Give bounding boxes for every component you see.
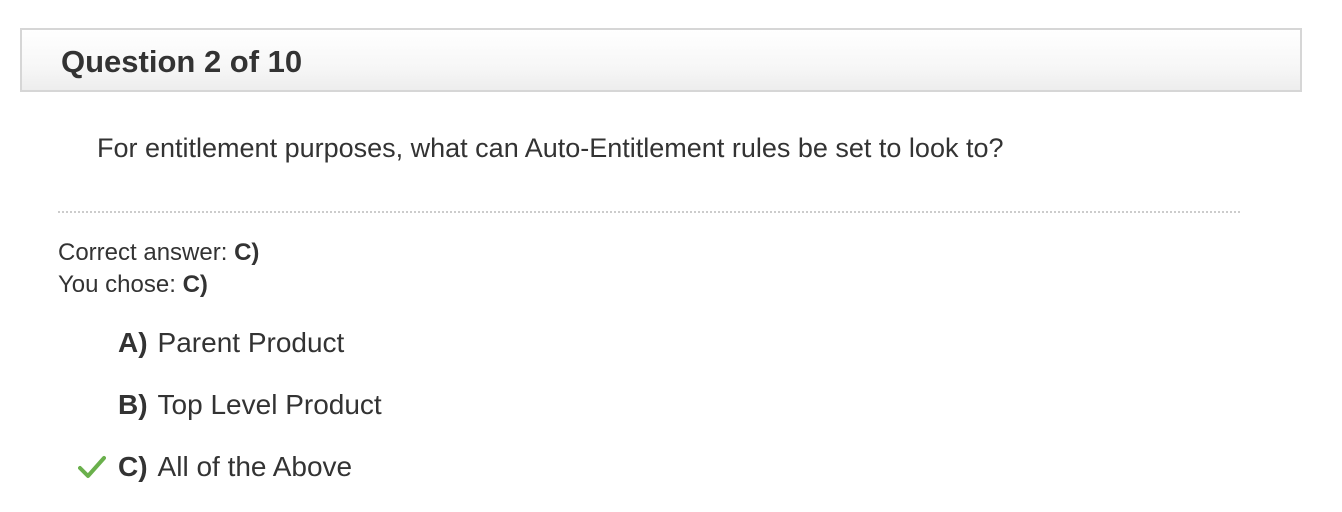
option-text: Top Level Product (157, 389, 382, 420)
you-chose-value: C) (182, 271, 208, 298)
divider (58, 211, 1240, 213)
question-text: For entitlement purposes, what can Auto-… (97, 133, 1004, 163)
question-title: Question 2 of 10 (61, 44, 303, 79)
answer-option-a: A) Parent Product (118, 326, 344, 360)
you-chose-line: You chose: C) (58, 271, 208, 300)
option-text: All of the Above (157, 451, 353, 482)
option-letter: B) (118, 389, 148, 420)
answer-option-c: C) All of the Above (118, 450, 352, 484)
question-header: Question 2 of 10 (20, 28, 1302, 92)
option-text: Parent Product (157, 327, 345, 358)
correct-answer-value: C) (234, 239, 260, 266)
correct-answer-line: Correct answer: C) (58, 239, 259, 268)
option-letter: C) (118, 451, 148, 482)
you-chose-label: You chose: (58, 271, 176, 298)
check-icon (78, 456, 106, 478)
answer-option-b: B) Top Level Product (118, 388, 382, 422)
option-letter: A) (118, 327, 148, 358)
correct-answer-label: Correct answer: (58, 239, 228, 266)
